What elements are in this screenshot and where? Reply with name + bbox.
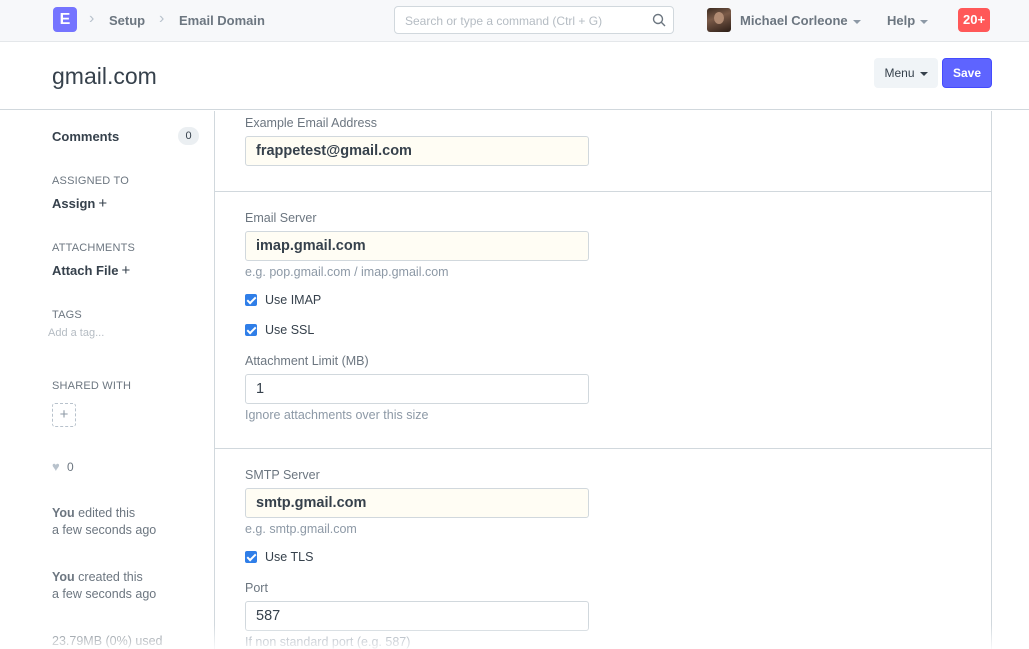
chevron-right-icon: › [89, 10, 95, 27]
attach-file-label: Attach File [52, 263, 119, 278]
search-placeholder: Search or type a command (Ctrl + G) [405, 14, 603, 28]
timeline-item: You edited this a few seconds ago [52, 505, 156, 539]
smtp-server-field[interactable]: smtp.gmail.com [245, 488, 589, 518]
tags-heading: TAGS [52, 309, 82, 321]
use-tls-label: Use TLS [265, 550, 314, 564]
checkbox-checked-icon[interactable] [245, 551, 257, 563]
assign-label: Assign [52, 196, 96, 211]
search-input[interactable]: Search or type a command (Ctrl + G) [394, 6, 674, 34]
attachment-limit-field[interactable]: 1 [245, 374, 589, 404]
attach-file-button[interactable]: Attach File + [52, 262, 130, 279]
chevron-right-icon: › [159, 10, 165, 27]
caret-down-icon [852, 19, 861, 24]
user-menu[interactable]: Michael Corleone [740, 13, 861, 28]
plus-icon: + [59, 406, 69, 423]
caret-down-icon [920, 19, 929, 24]
tag-input[interactable]: Add a tag... [48, 327, 104, 339]
timeline-user[interactable]: You [52, 506, 75, 520]
timeline-item: You created this a few seconds ago [52, 569, 156, 603]
email-server-description: e.g. pop.gmail.com / imap.gmail.com [245, 265, 449, 279]
port-field[interactable]: 587 [245, 601, 589, 631]
timeline-time: a few seconds ago [52, 523, 157, 537]
help-menu[interactable]: Help [887, 13, 929, 28]
email-server-field[interactable]: imap.gmail.com [245, 231, 589, 261]
app-logo[interactable]: E [53, 7, 77, 32]
notification-badge[interactable]: 20+ [958, 8, 991, 32]
user-name: Michael Corleone [740, 13, 848, 28]
comments-count-badge: 0 [178, 127, 199, 145]
attachments-heading: ATTACHMENTS [52, 242, 136, 254]
help-label: Help [887, 13, 916, 28]
storage-usage: 23.79MB (0%) used [52, 634, 163, 648]
checkbox-checked-icon[interactable] [245, 294, 257, 306]
section-divider [215, 191, 992, 192]
plus-icon: + [98, 195, 108, 212]
smtp-server-label: SMTP Server [245, 468, 320, 482]
timeline-action: created this [74, 570, 143, 584]
smtp-server-description: e.g. smtp.gmail.com [245, 522, 357, 536]
comments-link[interactable]: Comments [52, 129, 119, 144]
use-imap-label: Use IMAP [265, 293, 322, 307]
page-head: gmail.com Menu Save [0, 42, 1029, 110]
menu-button[interactable]: Menu [874, 58, 938, 88]
assign-button[interactable]: Assign + [52, 195, 107, 212]
save-button[interactable]: Save [942, 58, 992, 88]
page-title: gmail.com [52, 63, 157, 89]
example-email-label: Example Email Address [245, 116, 378, 130]
avatar[interactable] [707, 8, 731, 32]
timeline-time: a few seconds ago [52, 587, 157, 601]
navbar: E › Setup › Email Domain Search or type … [0, 0, 1029, 42]
caret-down-icon [919, 71, 928, 76]
heart-icon[interactable]: ♥ [52, 459, 60, 474]
search-icon [652, 13, 666, 27]
timeline-action: edited this [74, 506, 136, 520]
port-description: If non standard port (e.g. 587) [245, 635, 411, 649]
plus-icon: + [121, 262, 131, 279]
port-label: Port [245, 581, 268, 595]
form-layout: Example Email Address frappetest@gmail.c… [214, 111, 992, 649]
attachment-limit-label: Attachment Limit (MB) [245, 354, 369, 368]
shared-with-heading: SHARED WITH [52, 380, 132, 392]
timeline-user[interactable]: You [52, 570, 75, 584]
likes-count: 0 [67, 460, 74, 474]
breadcrumb-email-domain[interactable]: Email Domain [179, 13, 265, 28]
use-ssl-label: Use SSL [265, 323, 315, 337]
email-server-label: Email Server [245, 211, 317, 225]
breadcrumb-setup[interactable]: Setup [109, 13, 145, 28]
example-email-field[interactable]: frappetest@gmail.com [245, 136, 589, 166]
attachment-limit-description: Ignore attachments over this size [245, 408, 429, 422]
assigned-to-heading: ASSIGNED TO [52, 175, 129, 187]
menu-label: Menu [884, 66, 915, 80]
checkbox-checked-icon[interactable] [245, 324, 257, 336]
add-share-button[interactable]: + [52, 403, 76, 427]
section-divider [215, 448, 992, 449]
